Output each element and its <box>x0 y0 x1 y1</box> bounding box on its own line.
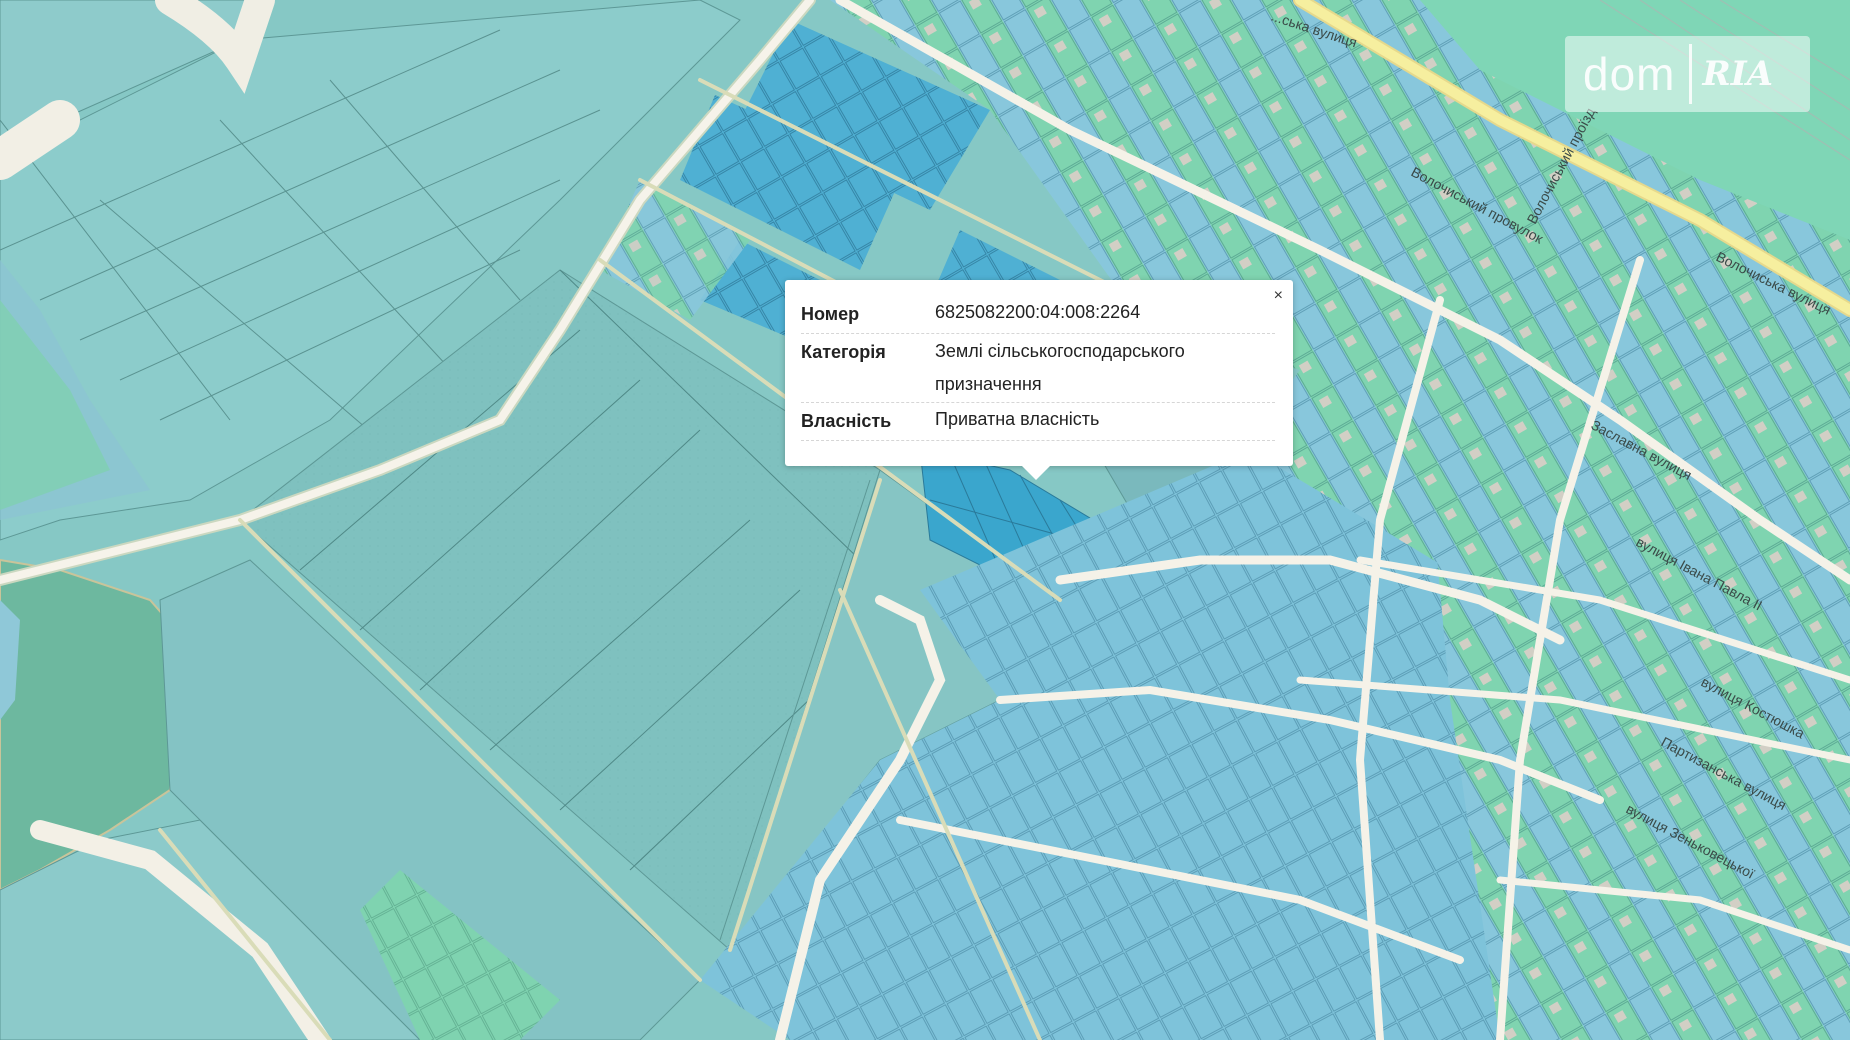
watermark-logo: dom RIA <box>1565 36 1810 112</box>
close-icon[interactable]: × <box>1274 288 1283 304</box>
popup-key: Категорія <box>801 342 886 362</box>
watermark-dom: dom <box>1583 48 1676 100</box>
popup-row-number: Номер 6825082200:04:008:2264 <box>801 296 1275 334</box>
popup-key: Власність <box>801 411 892 431</box>
parcel-number: 6825082200:04:008:2264 <box>935 302 1141 322</box>
popup-pointer <box>1022 466 1050 480</box>
parcel-ownership: Приватна власність <box>935 409 1100 429</box>
watermark-ria: RIA <box>1702 54 1774 94</box>
popup-row-ownership: Власність Приватна власність <box>801 403 1275 441</box>
parcel-category: Землі сільськогосподарського призначення <box>935 341 1185 394</box>
watermark-divider <box>1689 44 1693 104</box>
popup-key: Номер <box>801 304 860 324</box>
popup-row-category: Категорія Землі сільськогосподарського п… <box>801 334 1275 403</box>
parcel-info-popup: × Номер 6825082200:04:008:2264 Категорія… <box>785 280 1293 480</box>
cadastral-map[interactable]: ...ська вулиця Волочиська вулиця Волочис… <box>0 0 1850 1040</box>
